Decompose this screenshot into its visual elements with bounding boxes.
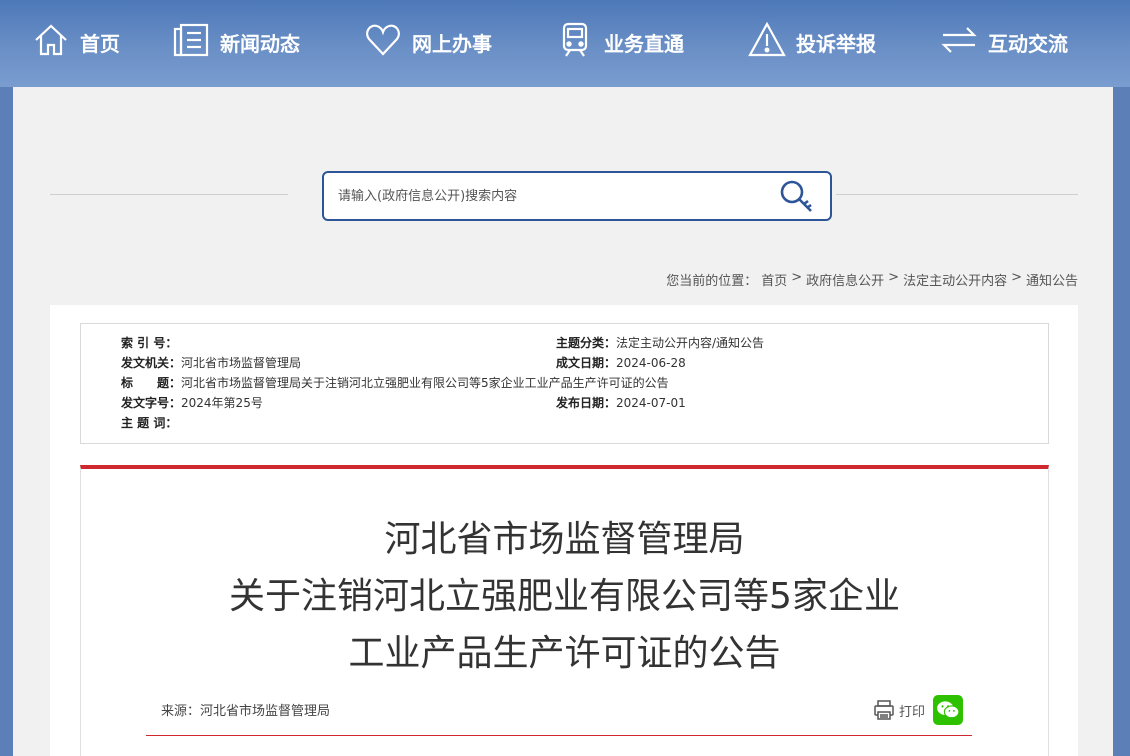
article-title-line: 河北省市场监督管理局 bbox=[384, 519, 745, 560]
search-key-icon bbox=[780, 180, 812, 212]
meta-value: 河北省市场监督管理局 bbox=[181, 356, 302, 370]
search-input[interactable] bbox=[338, 185, 758, 207]
home-icon bbox=[32, 21, 70, 64]
breadcrumb-separator: > bbox=[1011, 270, 1022, 285]
exchange-icon bbox=[940, 21, 978, 64]
meta-keywords: 主 题 词： bbox=[121, 414, 177, 432]
meta-label: 发文机关： bbox=[121, 356, 182, 370]
nav-online-service-label: 网上办事 bbox=[412, 31, 492, 56]
main-panel: 您当前的位置： 首页 > 政府信息公开 > 法定主动公开内容 > 通知公告 索 … bbox=[13, 87, 1113, 756]
breadcrumb-gov-info[interactable]: 政府信息公开 bbox=[806, 270, 884, 289]
article-source: 来源：河北省市场监督管理局 bbox=[161, 704, 331, 719]
top-navigation: 首页 新闻动态 网上办事 业务直通 投诉举报 互动交流 bbox=[0, 0, 1130, 87]
print-label: 打印 bbox=[898, 704, 925, 720]
nav-business[interactable]: 业务直通 bbox=[556, 20, 684, 64]
printer-icon bbox=[874, 700, 894, 720]
nav-interaction-label: 互动交流 bbox=[988, 31, 1068, 56]
article-tools: 打印 bbox=[873, 695, 963, 725]
meta-topic: 主题分类：法定主动公开内容/通知公告 bbox=[556, 334, 764, 352]
news-icon bbox=[172, 21, 210, 64]
meta-value: 2024-07-01 bbox=[616, 396, 686, 410]
train-icon bbox=[556, 21, 594, 64]
nav-news[interactable]: 新闻动态 bbox=[172, 20, 300, 64]
article: 河北省市场监督管理局 关于注销河北立强肥业有限公司等5家企业 工业产品生产许可证… bbox=[80, 465, 1049, 756]
meta-label: 标 题： bbox=[121, 376, 182, 390]
meta-value: 河北省市场监督管理局关于注销河北立强肥业有限公司等5家企业工业产品生产许可证的公… bbox=[181, 376, 669, 390]
divider bbox=[836, 194, 1078, 195]
search-button[interactable] bbox=[778, 179, 816, 215]
divider bbox=[146, 735, 972, 736]
divider bbox=[50, 194, 288, 195]
meta-value: 2024年第25号 bbox=[181, 396, 263, 410]
warning-icon bbox=[748, 21, 786, 64]
nav-complaints[interactable]: 投诉举报 bbox=[748, 20, 876, 64]
wechat-icon bbox=[937, 701, 960, 719]
nav-business-label: 业务直通 bbox=[604, 31, 684, 56]
nav-interaction[interactable]: 互动交流 bbox=[940, 20, 1068, 64]
meta-value: 2024-06-28 bbox=[616, 356, 686, 370]
breadcrumb-separator: > bbox=[888, 270, 900, 285]
print-button[interactable]: 打印 bbox=[873, 699, 925, 721]
meta-issuer: 发文机关：河北省市场监督管理局 bbox=[121, 354, 301, 372]
meta-label: 主题分类： bbox=[556, 336, 617, 350]
article-title-line: 关于注销河北立强肥业有限公司等5家企业 bbox=[229, 576, 900, 617]
wechat-share-button[interactable] bbox=[933, 695, 963, 725]
heart-icon bbox=[364, 21, 402, 64]
breadcrumb-prefix: 您当前的位置： bbox=[666, 274, 758, 289]
meta-label: 索 引 号： bbox=[121, 336, 178, 350]
meta-label: 主 题 词： bbox=[121, 416, 178, 430]
meta-doc-number: 发文字号：2024年第25号 bbox=[121, 394, 263, 412]
meta-label: 发文字号： bbox=[121, 396, 182, 410]
content-area: 索 引 号： 主题分类：法定主动公开内容/通知公告 发文机关：河北省市场监督管理… bbox=[50, 305, 1078, 756]
nav-online-service[interactable]: 网上办事 bbox=[364, 20, 492, 64]
article-title-line: 工业产品生产许可证的公告 bbox=[348, 633, 781, 674]
breadcrumb-home[interactable]: 首页 bbox=[761, 270, 787, 289]
meta-created-date: 成文日期：2024-06-28 bbox=[556, 354, 686, 372]
nav-home[interactable]: 首页 bbox=[32, 20, 120, 64]
meta-title: 标 题：河北省市场监督管理局关于注销河北立强肥业有限公司等5家企业工业产品生产许… bbox=[121, 374, 669, 392]
meta-label: 成文日期： bbox=[556, 356, 617, 370]
meta-label: 发布日期： bbox=[556, 396, 617, 410]
nav-news-label: 新闻动态 bbox=[220, 31, 300, 56]
document-metadata: 索 引 号： 主题分类：法定主动公开内容/通知公告 发文机关：河北省市场监督管理… bbox=[80, 323, 1049, 444]
article-title: 河北省市场监督管理局 关于注销河北立强肥业有限公司等5家企业 工业产品生产许可证… bbox=[81, 511, 1048, 682]
nav-complaints-label: 投诉举报 bbox=[796, 31, 876, 56]
breadcrumb: 您当前的位置： 首页 > 政府信息公开 > 法定主动公开内容 > 通知公告 bbox=[666, 270, 1078, 289]
meta-published-date: 发布日期：2024-07-01 bbox=[556, 394, 686, 412]
breadcrumb-statutory[interactable]: 法定主动公开内容 bbox=[903, 270, 1007, 289]
breadcrumb-separator: > bbox=[791, 270, 803, 285]
nav-home-label: 首页 bbox=[80, 31, 120, 56]
meta-value: 法定主动公开内容/通知公告 bbox=[616, 336, 765, 350]
search-box bbox=[322, 171, 832, 221]
meta-index: 索 引 号： bbox=[121, 334, 177, 352]
breadcrumb-notices[interactable]: 通知公告 bbox=[1026, 270, 1078, 289]
